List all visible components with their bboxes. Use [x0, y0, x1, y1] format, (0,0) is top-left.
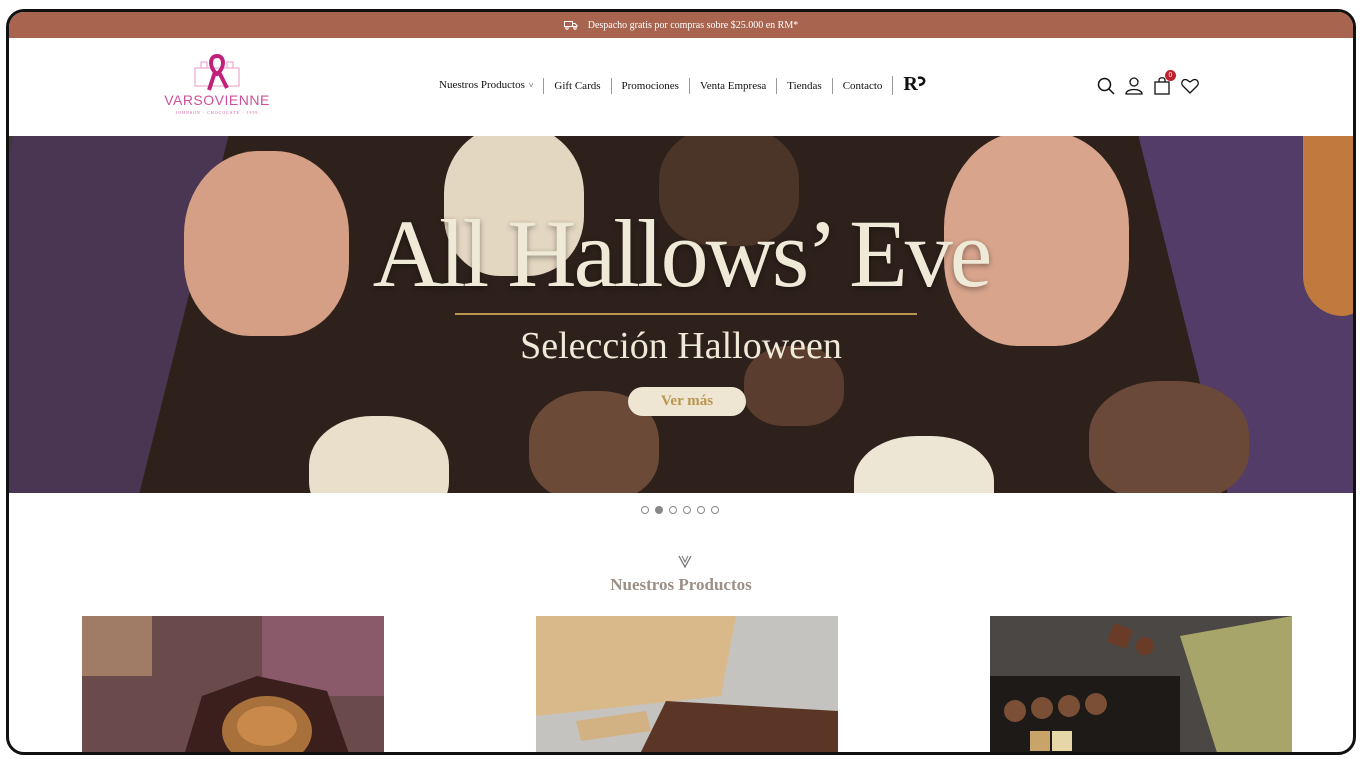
nav-item-contacto[interactable]: Contacto: [831, 77, 893, 94]
nav-item-tiendas[interactable]: Tiendas: [776, 77, 831, 94]
rb-mark-icon: [917, 76, 926, 87]
truck-icon: [563, 21, 578, 30]
product-image: [990, 616, 1292, 752]
browser-frame: Despacho gratis por compras sobre $25.00…: [6, 9, 1356, 755]
hero-banner: All Hallows’ Eve Selección Halloween Ver…: [9, 136, 1353, 493]
hero-chocolate: [1089, 381, 1249, 493]
cart-button[interactable]: 0: [1152, 70, 1176, 96]
promo-bar: Despacho gratis por compras sobre $25.00…: [9, 12, 1353, 38]
search-button[interactable]: [1096, 76, 1116, 96]
hero-chocolate: [309, 416, 449, 493]
nav-item-label: Gift Cards: [554, 79, 601, 92]
heart-icon: [1181, 78, 1199, 94]
carousel-dot-6[interactable]: [711, 506, 719, 514]
product-image: [536, 616, 838, 752]
nav-item-promociones[interactable]: Promociones: [610, 77, 689, 94]
hero-cta-button[interactable]: Ver más: [628, 387, 746, 416]
cart-count-badge: 0: [1165, 70, 1176, 81]
carousel-dot-2[interactable]: [655, 506, 663, 514]
nav-item-gift-cards[interactable]: Gift Cards: [543, 77, 610, 94]
carousel-dot-4[interactable]: [683, 506, 691, 514]
chevron-down-icon: ˅: [528, 81, 534, 90]
nav-item-venta-empresa[interactable]: Venta Empresa: [688, 77, 776, 94]
ribbon-logo-icon: [194, 54, 240, 91]
user-icon: [1125, 77, 1143, 95]
carousel-dot-1[interactable]: [641, 506, 649, 514]
site-logo[interactable]: VARSOVIENNE JOHNSON · CHOCOLATE · 1959: [159, 54, 275, 118]
hero-title: All Hallows’ Eve: [372, 200, 993, 307]
product-image: [82, 616, 384, 752]
section-title: Nuestros Productos: [610, 575, 752, 594]
carousel-dot-3[interactable]: [669, 506, 677, 514]
header-icons: 0: [1096, 70, 1200, 96]
v-logo-icon: [678, 555, 692, 568]
nav-item-label: Promociones: [621, 79, 679, 92]
product-card-tablets[interactable]: [536, 616, 838, 752]
hero-chocolate: [854, 436, 994, 493]
nav-item-productos[interactable]: Nuestros Productos ˅: [439, 77, 543, 94]
carousel-dots: [641, 506, 719, 514]
search-icon: [1097, 77, 1115, 95]
logo-brand: VARSOVIENNE: [164, 92, 270, 108]
account-button[interactable]: [1124, 76, 1144, 96]
nav-item-label: Nuestros Productos: [439, 79, 525, 91]
hero-subtitle: Selección Halloween: [520, 325, 842, 367]
nav-item-label: Venta Empresa: [699, 79, 767, 92]
logo-tagline: JOHNSON · CHOCOLATE · 1959: [175, 110, 259, 115]
rb-logo: R: [903, 73, 917, 95]
main-nav: Nuestros Productos ˅ Gift Cards Promocion…: [439, 73, 937, 95]
site-header: VARSOVIENNE JOHNSON · CHOCOLATE · 1959 N…: [9, 38, 1353, 136]
promo-text: Despacho gratis por compras sobre $25.00…: [587, 19, 799, 31]
product-card-box[interactable]: [990, 616, 1292, 752]
nav-item-rb-logo[interactable]: R: [892, 73, 936, 95]
wishlist-button[interactable]: [1180, 76, 1200, 96]
carousel-dot-5[interactable]: [697, 506, 705, 514]
nav-item-label: Tiendas: [787, 79, 822, 92]
product-card-bonbon[interactable]: [82, 616, 384, 752]
nav-item-label: Contacto: [842, 79, 883, 92]
hero-divider: [455, 313, 917, 315]
